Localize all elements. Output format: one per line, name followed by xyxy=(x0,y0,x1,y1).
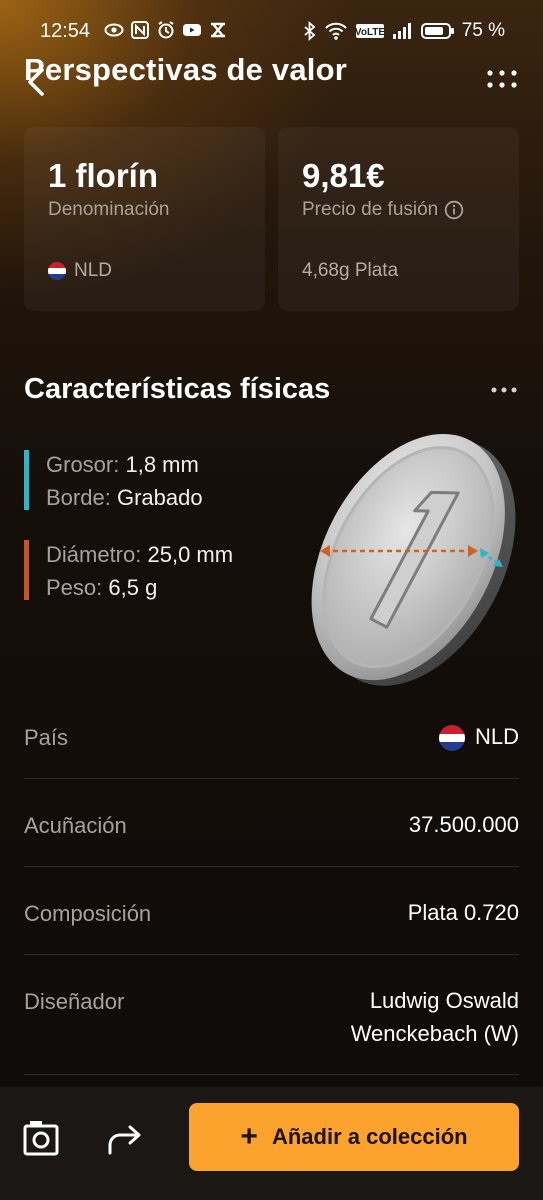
detail-value-mintage: 37.500.000 xyxy=(408,812,519,837)
eye-icon xyxy=(104,23,124,37)
denomination-label: Denominación xyxy=(48,199,170,220)
plus-icon: + xyxy=(240,1120,258,1153)
share-icon[interactable] xyxy=(104,1121,144,1157)
status-time: 12:54 xyxy=(40,20,91,42)
detail-row-mintage: Acuñación 37.500.000 xyxy=(24,808,519,848)
edge-spec: Borde: Grabado xyxy=(46,485,203,511)
designer-line-1: Ludwig Oswald xyxy=(369,988,519,1013)
diameter-spec: Diámetro: 25,0 mm xyxy=(46,542,233,568)
divider xyxy=(24,954,519,955)
silver-weight: 4,68g Plata xyxy=(302,260,399,281)
physical-section-title: Características físicas xyxy=(24,373,331,405)
nfc-icon xyxy=(131,21,149,39)
bluetooth-icon xyxy=(304,21,316,41)
signal-icon xyxy=(392,23,411,39)
weight-value: 6,5 g xyxy=(108,575,158,600)
alarm-icon xyxy=(158,21,174,39)
bottom-action-bar: + Añadir a colección xyxy=(0,1087,543,1200)
more-options-icon[interactable] xyxy=(485,68,519,90)
system-icons: VoLTE 75 % xyxy=(303,20,505,42)
melt-price-card[interactable]: 9,81€ Precio de fusión 4,68g Plata xyxy=(278,127,519,311)
wifi-icon xyxy=(324,22,347,40)
add-to-collection-label: Añadir a colección xyxy=(271,1124,468,1149)
detail-key-mintage: Acuñación xyxy=(24,813,127,838)
add-to-collection-button[interactable]: + Añadir a colección xyxy=(189,1103,519,1171)
denomination-value: 1 florín xyxy=(48,157,159,194)
denomination-card[interactable]: 1 florín Denominación NLD xyxy=(24,127,265,311)
detail-row-designer: Diseñador Ludwig Oswald Wenckebach (W) xyxy=(24,984,519,1054)
detail-row-country: País NLD xyxy=(24,720,519,760)
country-code: NLD xyxy=(74,260,113,281)
youtube-icon xyxy=(183,24,201,36)
detail-value-designer: Ludwig Oswald Wenckebach (W) xyxy=(351,984,519,1050)
section-more-icon[interactable] xyxy=(489,383,519,397)
volte-icon: VoLTE xyxy=(355,24,385,38)
thickness-marker xyxy=(24,450,29,510)
battery-percent: 75 % xyxy=(461,20,505,41)
back-arrow-icon[interactable] xyxy=(22,64,52,100)
coin-illustration xyxy=(311,434,516,686)
diameter-marker xyxy=(24,540,29,600)
notification-icons xyxy=(104,20,228,40)
thickness-key: Grosor: xyxy=(46,452,120,477)
country-code-value: NLD xyxy=(474,724,519,749)
divider xyxy=(24,1074,519,1075)
page-title: Perspectivas de valor xyxy=(24,52,347,87)
app-icon xyxy=(211,22,225,38)
detail-value-country: NLD xyxy=(438,720,519,753)
detail-value-composition: Plata 0.720 xyxy=(407,900,519,925)
edge-value: Grabado xyxy=(116,485,203,510)
detail-key-composition: Composición xyxy=(24,901,152,926)
netherlands-flag-icon xyxy=(438,725,465,752)
info-icon[interactable] xyxy=(444,200,464,220)
detail-row-composition: Composición Plata 0.720 xyxy=(24,896,519,936)
thickness-value: 1,8 mm xyxy=(125,452,199,477)
divider xyxy=(24,778,519,779)
melt-price-label-row: Precio de fusión xyxy=(302,199,464,221)
thickness-spec-group: Grosor: 1,8 mm Borde: Grabado xyxy=(24,450,284,512)
edge-key: Borde: xyxy=(46,485,111,510)
weight-key: Peso: xyxy=(46,575,103,600)
melt-price-label: Precio de fusión xyxy=(302,199,439,220)
detail-key-designer: Diseñador xyxy=(24,989,125,1014)
diameter-value: 25,0 mm xyxy=(147,542,234,567)
melt-price-value: 9,81€ xyxy=(302,157,385,194)
diameter-spec-group: Diámetro: 25,0 mm Peso: 6,5 g xyxy=(24,540,304,602)
camera-icon[interactable] xyxy=(22,1119,60,1157)
battery-icon xyxy=(420,23,454,39)
netherlands-flag-icon xyxy=(48,262,66,280)
svg-text:VoLTE: VoLTE xyxy=(355,27,385,38)
divider xyxy=(24,866,519,867)
thickness-spec: Grosor: 1,8 mm xyxy=(46,452,199,478)
diameter-key: Diámetro: xyxy=(46,542,142,567)
weight-spec: Peso: 6,5 g xyxy=(46,575,157,601)
country-chip: NLD xyxy=(48,260,112,282)
detail-key-country: País xyxy=(24,725,69,750)
designer-line-2: Wenckebach (W) xyxy=(350,1021,519,1046)
